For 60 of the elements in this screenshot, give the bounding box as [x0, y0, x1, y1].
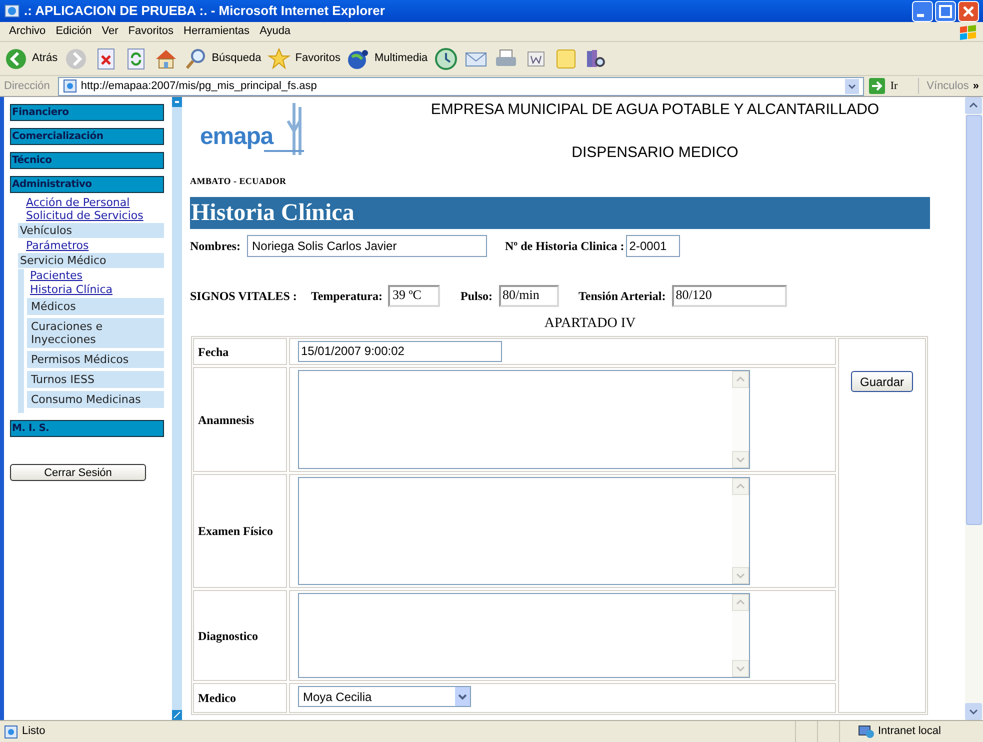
menu-item[interactable]: Ver [96, 23, 124, 40]
address-label: Dirección [4, 78, 50, 94]
field-label: Nº de Historia Clinica : [505, 238, 624, 255]
nav-item[interactable]: Turnos IESS [27, 371, 164, 388]
form-label: Fecha [193, 338, 287, 365]
logout-button[interactable]: Cerrar Sesión [10, 464, 146, 481]
date-field[interactable]: 15/01/2007 9:00:02 [298, 341, 502, 362]
more-links-button[interactable]: » [972, 78, 979, 94]
form-label: Anamnesis [193, 367, 287, 472]
save-button[interactable]: Guardar [850, 371, 914, 392]
zone-text: Intranet local [878, 724, 941, 740]
nav-item[interactable]: Curaciones e Inyecciones [27, 318, 164, 348]
field-label: Pulso: [460, 288, 492, 305]
form-label: Medico [193, 683, 287, 713]
vital-field[interactable]: 80/120 [672, 285, 787, 307]
doctor-select[interactable]: Moya Cecilia [298, 686, 471, 707]
form-label: Examen Físico [193, 474, 287, 588]
menu-item[interactable]: Herramientas [178, 23, 255, 40]
toolbar-label[interactable]: Búsqueda [212, 50, 262, 67]
menu-header[interactable]: M. I. S. [10, 420, 164, 437]
form-label: Diagnostico [193, 590, 287, 681]
department-title: DISPENSARIO MEDICO [572, 143, 738, 163]
vital-field[interactable]: 80/min [498, 285, 558, 307]
menu-item[interactable]: Edición [50, 23, 97, 40]
menu-header[interactable]: Comercialización [10, 128, 164, 145]
menu-header[interactable]: Financiero [10, 104, 164, 121]
nav-link[interactable]: Parámetros [16, 239, 164, 252]
nav-item[interactable]: Permisos Médicos [27, 351, 164, 368]
nav-item[interactable]: Servicio Médico [18, 253, 164, 268]
toolbar-label[interactable]: Favoritos [295, 50, 340, 67]
vital-field[interactable]: 39 ºC [388, 285, 440, 307]
nav-link[interactable]: Historia Clínica [27, 283, 164, 296]
field-label: Nombres: [190, 238, 242, 255]
page-banner: Historia Clínica [190, 197, 930, 229]
nav-item[interactable]: Médicos [27, 298, 164, 315]
toolbar-label[interactable]: Atrás [32, 50, 58, 67]
logo-text: emapa [200, 125, 274, 149]
menu-item[interactable]: Archivo [4, 23, 51, 40]
menu-header[interactable]: Técnico [10, 152, 164, 169]
nav-item[interactable]: Consumo Medicinas [27, 391, 164, 408]
menu-item[interactable]: Ayuda [254, 23, 296, 40]
nav-link[interactable]: Solicitud de Servicios [16, 209, 164, 222]
window-title: .: APLICACION DE PRUEBA :. - Microsoft Internet Explorer [24, 2, 385, 20]
field-label: Tensión Arterial: [578, 288, 666, 305]
field-label: Temperatura: [310, 288, 382, 305]
go-button[interactable]: Ir [890, 78, 898, 94]
status-text: Listo [22, 724, 46, 740]
nav-link[interactable]: Acción de Personal [16, 196, 164, 209]
name-field[interactable]: Noriega Solis Carlos Javier [247, 235, 487, 257]
menu-header[interactable]: Administrativo [10, 176, 164, 193]
section-title: APARTADO IV [544, 315, 636, 333]
toolbar-label[interactable]: Multimedia [374, 50, 428, 67]
company-name: EMPRESA MUNICIPAL DE AGUA POTABLE Y ALCANTARILLADO [430, 101, 880, 119]
logo-caption: AMBATO - ECUADOR [190, 175, 288, 188]
vitals-label: SIGNOS VITALES : [190, 288, 297, 305]
record-field[interactable]: 2-0001 [626, 235, 680, 257]
menu-item[interactable]: Favoritos [123, 23, 179, 40]
nav-item[interactable]: Vehículos [18, 223, 164, 238]
nav-link[interactable]: Pacientes [27, 269, 164, 282]
address-field[interactable]: http://emapaa:2007/mis/pg_mis_principal_fs.asp [58, 76, 864, 96]
